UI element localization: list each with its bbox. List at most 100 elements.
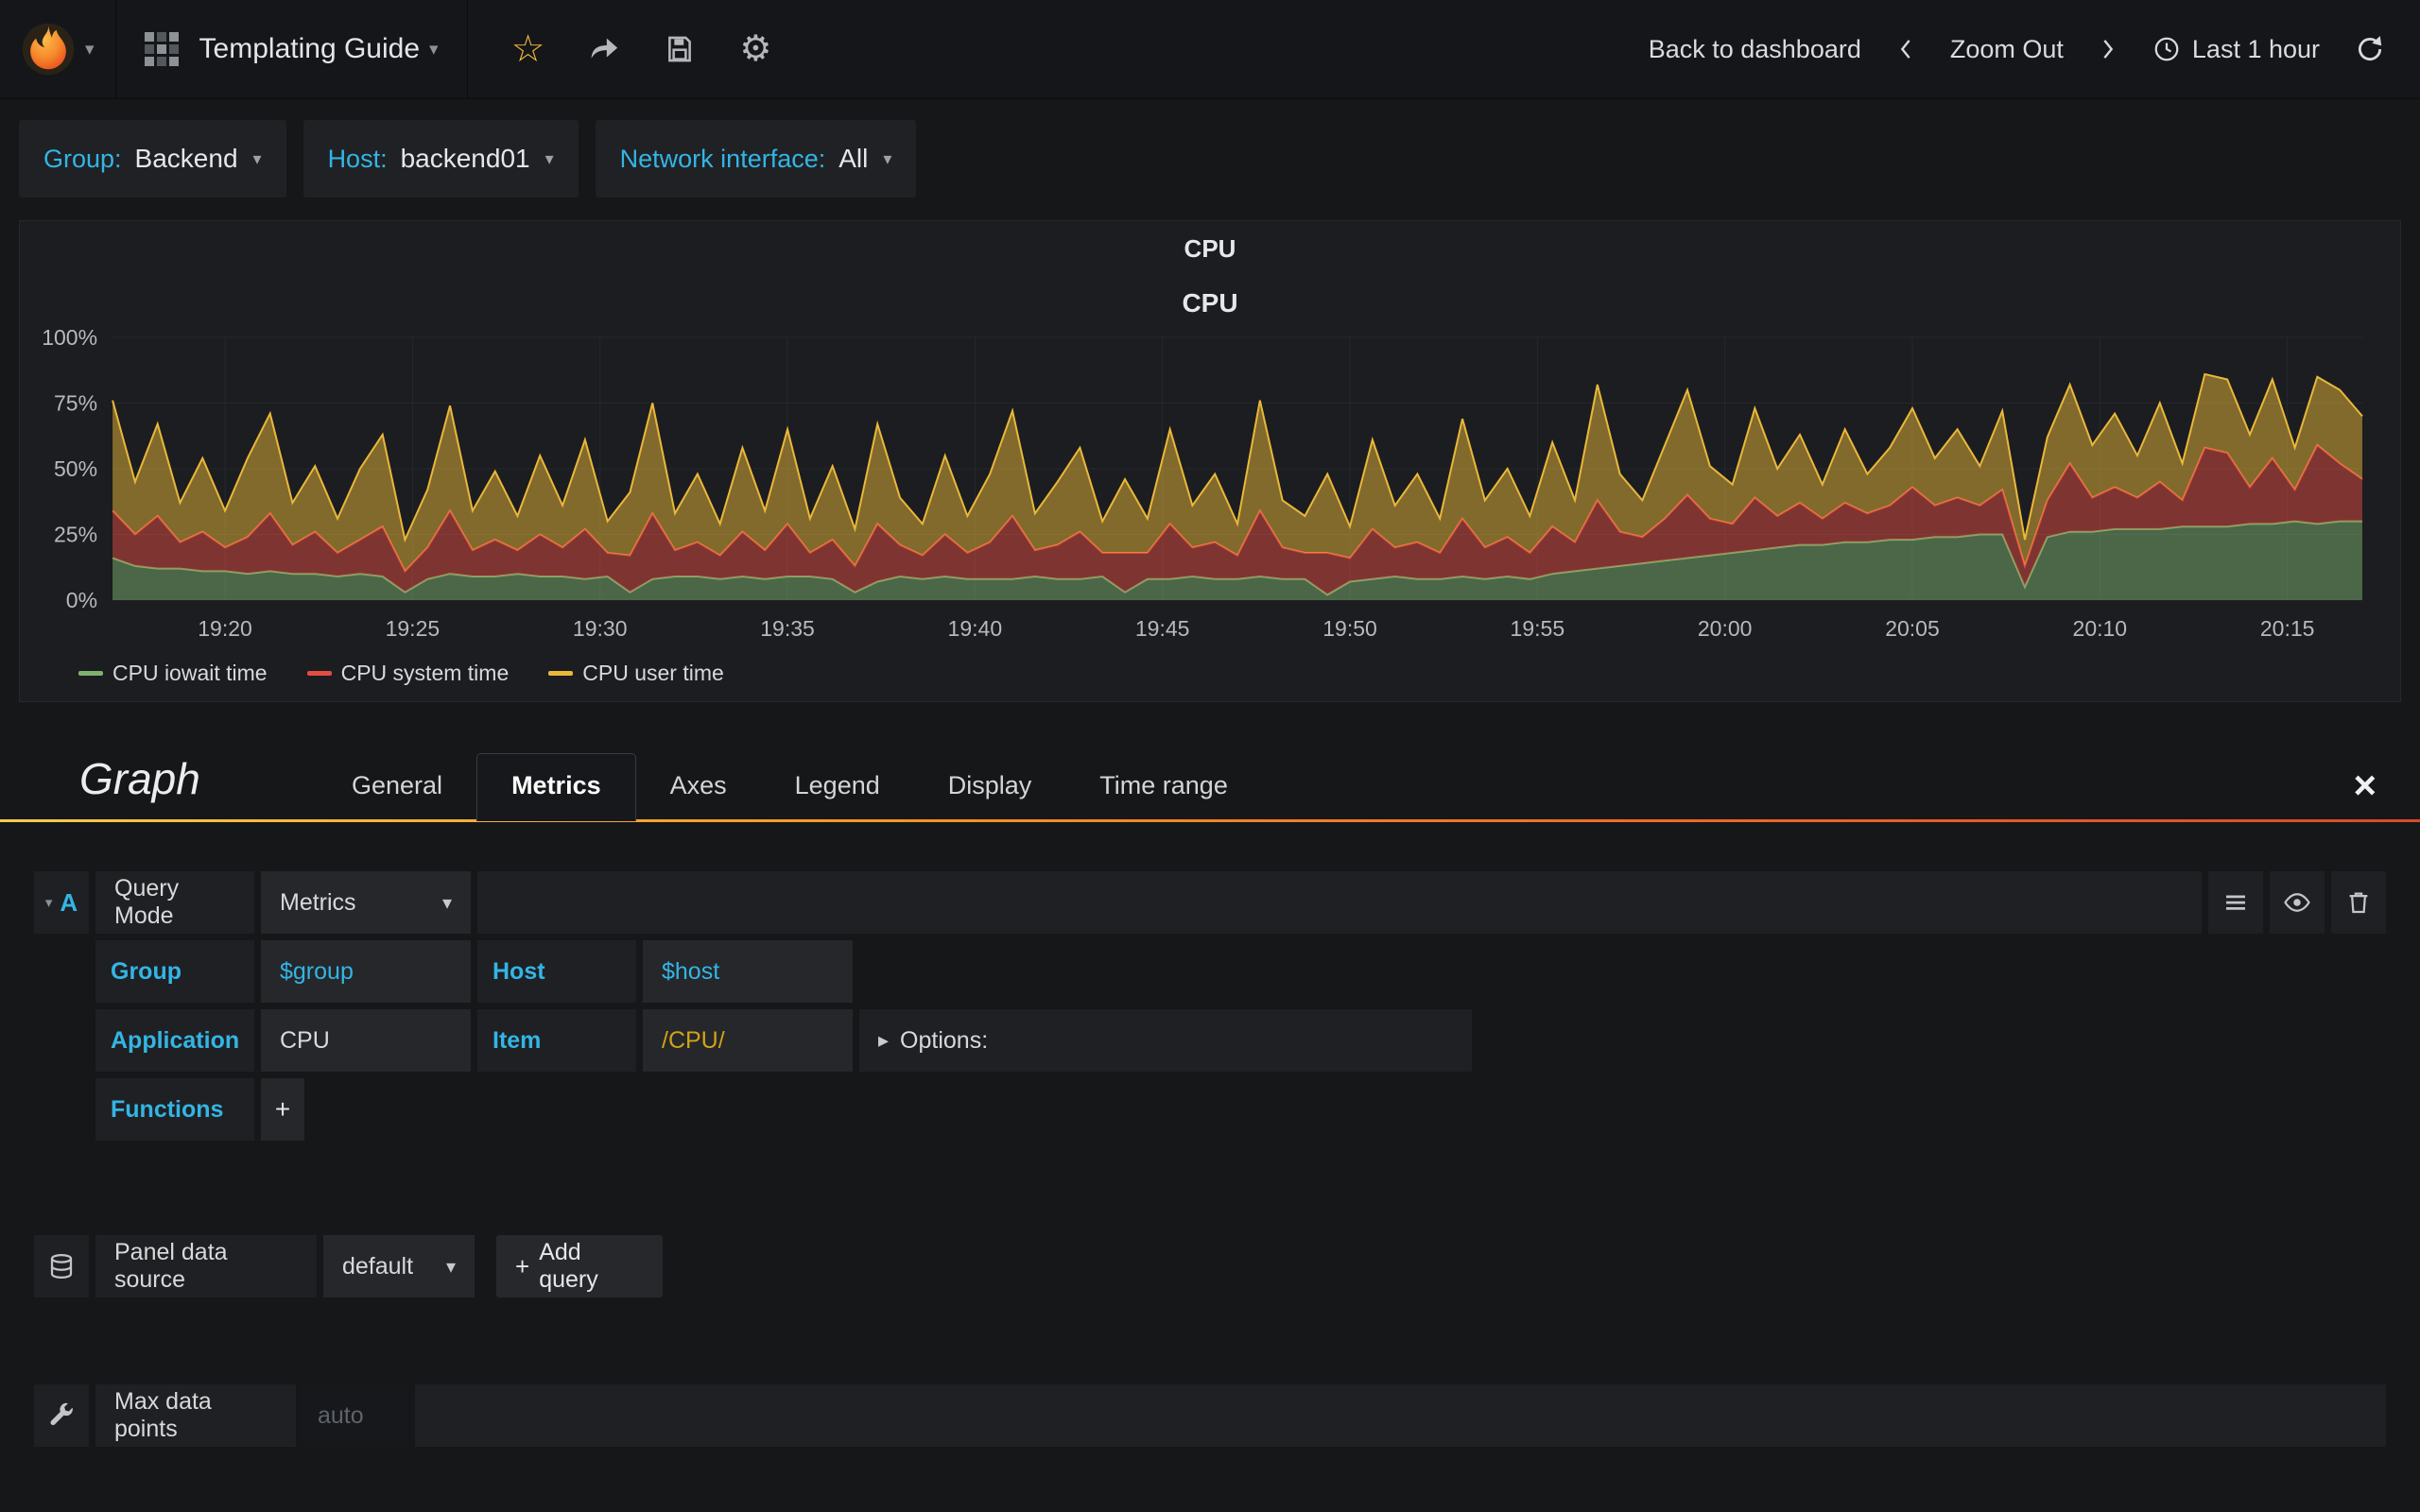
legend-label: CPU user time <box>582 661 724 685</box>
variable-label: Host: <box>327 144 388 173</box>
svg-text:50%: 50% <box>54 456 97 481</box>
editor-tabs: General Metrics Axes Legend Display Time… <box>318 753 1262 821</box>
query-delete-button[interactable] <box>2331 871 2386 934</box>
functions-label: Functions <box>95 1078 254 1141</box>
panel-title[interactable]: CPU <box>27 234 2393 264</box>
svg-text:19:30: 19:30 <box>573 616 628 641</box>
save-icon[interactable] <box>664 33 696 65</box>
max-data-points-row: Max data points <box>34 1384 2386 1447</box>
svg-text:19:25: 19:25 <box>386 616 441 641</box>
datasource-value: default <box>342 1252 414 1280</box>
variable-value: backend01 <box>400 144 530 173</box>
group-field-input[interactable]: $group <box>261 940 471 1003</box>
datasource-row: Panel data source default ▾ + Add query <box>34 1235 2386 1297</box>
chevron-right-icon: ▸ <box>878 1028 890 1052</box>
variable-dropdown-group[interactable]: Group: Backend ▾ <box>19 120 286 198</box>
query-mode-select[interactable]: Metrics ▾ <box>261 871 471 934</box>
query-row-header: ▾ A Query Mode Metrics ▾ <box>34 871 2386 934</box>
tab-general[interactable]: General <box>318 754 476 819</box>
series-color-dash <box>78 671 103 676</box>
tab-display[interactable]: Display <box>914 754 1066 819</box>
application-field-input[interactable]: CPU <box>261 1009 471 1072</box>
panel-editor: Graph General Metrics Axes Legend Displa… <box>0 753 2420 1447</box>
time-range-label: Last 1 hour <box>2191 34 2320 63</box>
query-menu-button[interactable] <box>2208 871 2263 934</box>
grafana-logo-icon <box>22 23 75 76</box>
add-function-button[interactable]: + <box>261 1078 304 1141</box>
hamburger-icon <box>2226 895 2245 910</box>
plus-icon: + <box>515 1251 530 1280</box>
zoom-out-button[interactable]: Zoom Out <box>1950 35 2064 64</box>
variable-dropdown-network-interface[interactable]: Network interface: All ▾ <box>595 120 917 198</box>
max-data-points-input[interactable] <box>318 1401 393 1430</box>
item-field-label: Item <box>477 1009 636 1072</box>
row-indent <box>34 1009 89 1072</box>
chevron-left-icon[interactable] <box>1895 35 1916 63</box>
svg-text:19:45: 19:45 <box>1135 616 1190 641</box>
editor-accent-line <box>0 819 2420 822</box>
group-field-value: $group <box>280 957 354 985</box>
legend-item[interactable]: CPU system time <box>306 661 510 686</box>
add-query-button[interactable]: + Add query <box>496 1235 663 1297</box>
series-color-dash <box>548 671 574 676</box>
chart-legend: CPU iowait time CPU system time CPU user… <box>27 653 2393 697</box>
chevron-down-icon: ▾ <box>883 148 892 168</box>
chevron-down-icon: ▾ <box>252 148 262 168</box>
tab-axes[interactable]: Axes <box>636 754 761 819</box>
datasource-select[interactable]: default ▾ <box>323 1235 475 1297</box>
legend-label: CPU iowait time <box>112 661 268 685</box>
dashboard-title[interactable]: Templating Guide <box>199 33 420 65</box>
row-indent <box>34 940 89 1003</box>
dashboard-grid-icon[interactable] <box>144 32 179 66</box>
svg-text:19:20: 19:20 <box>198 616 252 641</box>
legend-label: CPU system time <box>340 661 510 685</box>
host-field-input[interactable]: $host <box>643 940 853 1003</box>
tab-time-range[interactable]: Time range <box>1065 754 1262 819</box>
options-toggle[interactable]: ▸ Options: <box>859 1009 1472 1072</box>
variable-label: Network interface: <box>619 144 826 173</box>
grafana-menu-button[interactable]: ▾ <box>0 0 116 98</box>
max-data-points-input-cell <box>302 1384 408 1447</box>
chevron-down-icon[interactable]: ▾ <box>429 39 439 60</box>
svg-text:20:10: 20:10 <box>2073 616 2128 641</box>
host-field-label: Host <box>477 940 636 1003</box>
svg-text:0%: 0% <box>66 588 97 612</box>
wrench-icon-cell <box>34 1384 89 1447</box>
cpu-chart-svg[interactable]: 0% 25% 50% 75% 100% 19:20 19:25 19:30 19:35 19:40… <box>27 324 2393 653</box>
options-label: Options: <box>900 1026 989 1054</box>
group-field-label: Group <box>95 940 254 1003</box>
svg-text:19:35: 19:35 <box>760 616 815 641</box>
chevron-down-icon: ▾ <box>85 39 95 60</box>
chevron-down-icon: ▾ <box>441 892 452 914</box>
svg-text:20:05: 20:05 <box>1885 616 1940 641</box>
row-indent <box>34 1078 89 1141</box>
refresh-icon[interactable] <box>2354 33 2386 65</box>
application-field-value: CPU <box>280 1026 330 1054</box>
tab-metrics[interactable]: Metrics <box>476 753 636 821</box>
time-picker-button[interactable]: Last 1 hour <box>2152 35 2320 64</box>
share-icon[interactable] <box>588 33 620 65</box>
variable-dropdown-host[interactable]: Host: backend01 ▾ <box>302 120 579 198</box>
query-toggle-visibility-button[interactable] <box>2270 871 2325 934</box>
svg-text:75%: 75% <box>54 391 97 416</box>
tab-legend[interactable]: Legend <box>761 754 914 819</box>
svg-text:25%: 25% <box>54 523 97 547</box>
query-collapse-button[interactable]: ▾ A <box>34 871 89 934</box>
back-to-dashboard-button[interactable]: Back to dashboard <box>1649 35 1861 64</box>
close-icon[interactable]: × <box>2353 763 2377 819</box>
svg-text:20:00: 20:00 <box>1698 616 1753 641</box>
legend-item[interactable]: CPU user time <box>548 661 724 686</box>
item-field-input[interactable]: /CPU/ <box>643 1009 853 1072</box>
max-data-points-filler <box>415 1384 2386 1447</box>
dashboard-actions: ☆ ⚙ <box>468 0 816 98</box>
chevron-right-icon[interactable] <box>2098 35 2118 63</box>
variable-value: Backend <box>134 144 238 173</box>
panel-type-title: Graph <box>79 754 200 803</box>
clock-icon <box>2154 37 2179 61</box>
svg-text:20:15: 20:15 <box>2260 616 2315 641</box>
star-icon[interactable]: ☆ <box>511 30 545 68</box>
host-field-value: $host <box>662 957 720 985</box>
gear-icon[interactable]: ⚙ <box>739 31 771 67</box>
dashboard-title-block: Templating Guide ▾ <box>116 0 468 98</box>
legend-item[interactable]: CPU iowait time <box>78 661 268 686</box>
